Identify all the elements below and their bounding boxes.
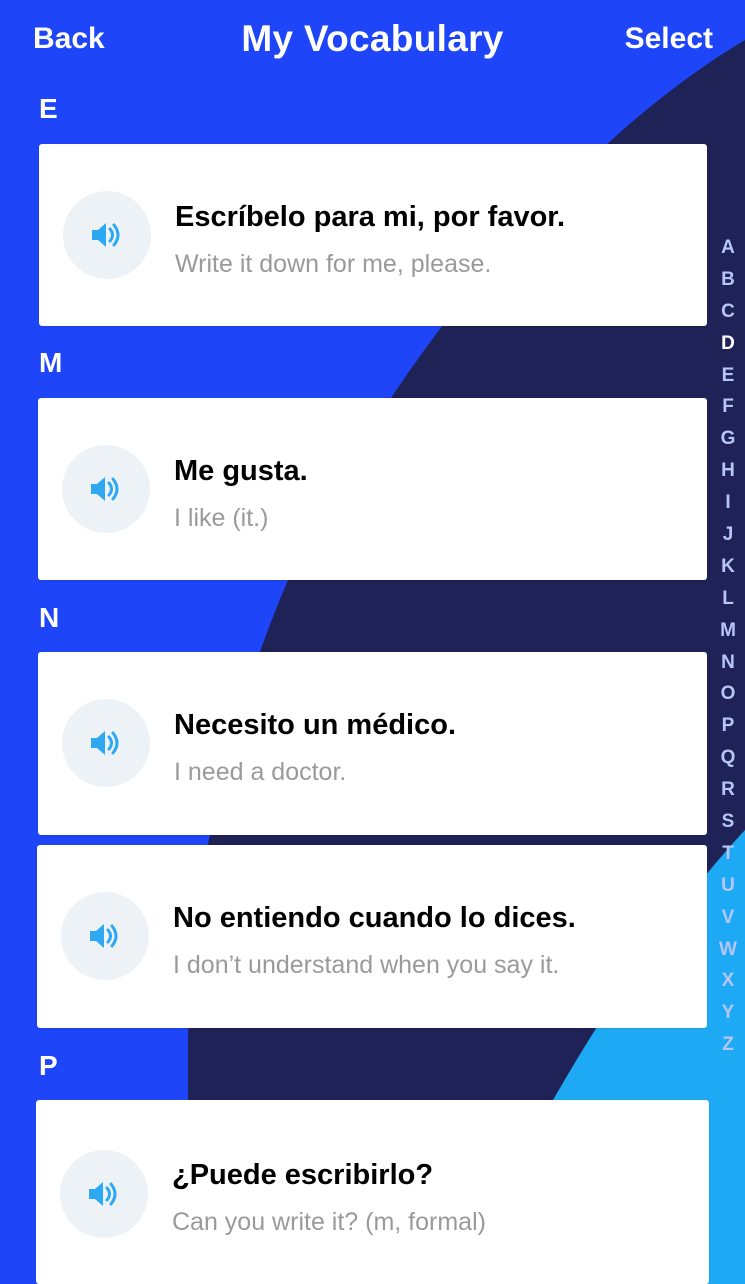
index-letter-p[interactable]: P xyxy=(713,710,743,742)
play-audio-button[interactable] xyxy=(62,699,150,787)
section-header-m: M xyxy=(39,347,63,378)
vocab-card[interactable]: ¿Puede escribirlo? Can you write it? (m,… xyxy=(36,1100,709,1284)
play-audio-button[interactable] xyxy=(61,892,149,980)
vocab-card[interactable]: Escríbelo para mi, por favor. Write it d… xyxy=(39,144,707,326)
index-letter-x[interactable]: X xyxy=(713,965,743,997)
translation-text: I need a doctor. xyxy=(174,758,347,786)
index-letter-a[interactable]: A xyxy=(713,232,743,264)
select-button[interactable]: Select xyxy=(625,22,713,56)
alphabet-index[interactable]: ABCDEFGHIJKLMNOPQRSTUVWXYZ xyxy=(713,232,743,1061)
speaker-icon xyxy=(89,1182,117,1206)
play-audio-button[interactable] xyxy=(63,191,151,279)
index-letter-z[interactable]: Z xyxy=(713,1029,743,1061)
index-letter-l[interactable]: L xyxy=(713,583,743,615)
index-letter-i[interactable]: I xyxy=(713,487,743,519)
vocab-card[interactable]: No entiendo cuando lo dices. I don’t und… xyxy=(37,845,707,1028)
section-header-e: E xyxy=(39,93,58,124)
translation-text: I like (it.) xyxy=(174,504,269,532)
index-letter-c[interactable]: C xyxy=(713,296,743,328)
speaker-icon xyxy=(91,477,119,501)
index-letter-g[interactable]: G xyxy=(713,423,743,455)
play-audio-button[interactable] xyxy=(60,1150,148,1238)
speaker-icon xyxy=(92,223,120,247)
index-letter-e[interactable]: E xyxy=(713,360,743,392)
index-letter-d[interactable]: D xyxy=(713,328,743,360)
index-letter-t[interactable]: T xyxy=(713,838,743,870)
speaker-icon xyxy=(91,731,119,755)
index-letter-o[interactable]: O xyxy=(713,678,743,710)
index-letter-n[interactable]: N xyxy=(713,647,743,679)
vocab-card[interactable]: Me gusta. I like (it.) xyxy=(38,398,707,580)
phrase-text: ¿Puede escribirlo? xyxy=(172,1159,434,1191)
index-letter-y[interactable]: Y xyxy=(713,997,743,1029)
index-letter-j[interactable]: J xyxy=(713,519,743,551)
index-letter-q[interactable]: Q xyxy=(713,742,743,774)
index-letter-f[interactable]: F xyxy=(713,391,743,423)
index-letter-s[interactable]: S xyxy=(713,806,743,838)
section-header-p: P xyxy=(39,1050,58,1081)
index-letter-m[interactable]: M xyxy=(713,615,743,647)
index-letter-r[interactable]: R xyxy=(713,774,743,806)
phrase-text: Escríbelo para mi, por favor. xyxy=(175,201,566,233)
translation-text: Can you write it? (m, formal) xyxy=(172,1208,486,1236)
nav-bar: Back My Vocabulary Select xyxy=(0,0,745,84)
vocab-card[interactable]: Necesito un médico. I need a doctor. xyxy=(38,652,707,835)
index-letter-u[interactable]: U xyxy=(713,870,743,902)
index-letter-w[interactable]: W xyxy=(713,934,743,966)
index-letter-h[interactable]: H xyxy=(713,455,743,487)
phrase-text: Necesito un médico. xyxy=(174,709,457,741)
translation-text: I don’t understand when you say it. xyxy=(173,951,560,979)
index-letter-b[interactable]: B xyxy=(713,264,743,296)
play-audio-button[interactable] xyxy=(62,445,150,533)
phrase-text: No entiendo cuando lo dices. xyxy=(173,902,576,934)
index-letter-v[interactable]: V xyxy=(713,902,743,934)
section-header-n: N xyxy=(39,602,60,633)
translation-text: Write it down for me, please. xyxy=(175,250,492,278)
phrase-text: Me gusta. xyxy=(174,455,308,487)
index-letter-k[interactable]: K xyxy=(713,551,743,583)
speaker-icon xyxy=(90,924,118,948)
